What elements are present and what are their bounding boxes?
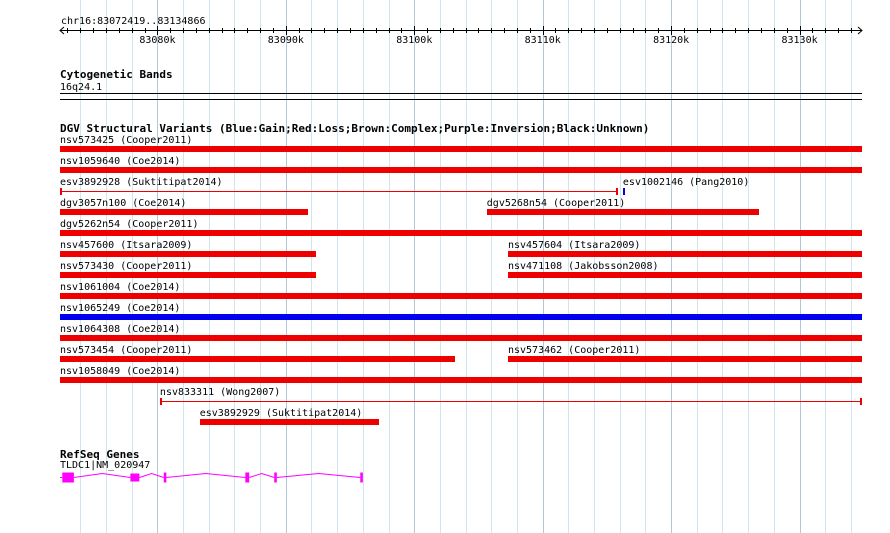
gene-exon[interactable]	[360, 472, 363, 483]
gene-exon[interactable]	[62, 472, 74, 483]
genome-browser-view: chr16:83072419..83134866 83080k 83090k 831…	[0, 0, 890, 533]
gene-exon[interactable]	[274, 472, 277, 483]
gene-exon[interactable]	[245, 472, 250, 483]
gene-exon[interactable]	[130, 473, 140, 482]
gene-exon[interactable]	[163, 472, 167, 483]
gene-intron[interactable]	[73, 472, 361, 478]
refseq-track	[60, 472, 363, 483]
